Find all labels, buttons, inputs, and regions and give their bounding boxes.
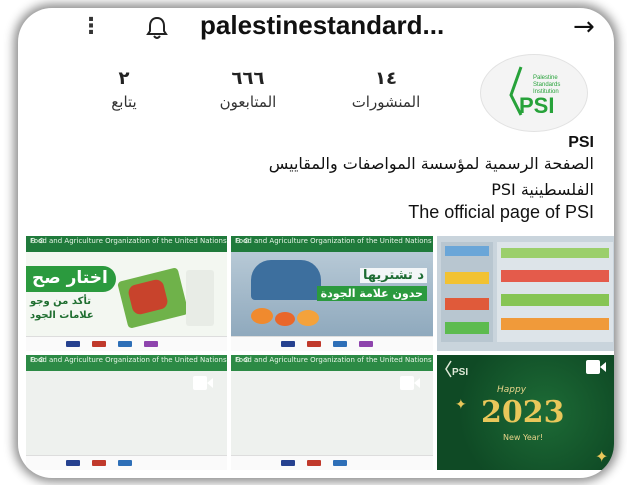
emblem-icons: ⚙ ⚙ [30, 356, 45, 364]
tile2-line2: حدون علامة الجودة [316, 286, 427, 301]
following-label: يتابع [111, 93, 137, 111]
partner-logos-strip [26, 455, 227, 470]
tile6-newyear: New Year! [503, 433, 544, 442]
shelf-left [441, 242, 493, 342]
gov-header-strip: Food and Agriculture Organization of the… [231, 236, 433, 252]
logo-caption-1: Palestine [533, 75, 558, 81]
video-icon [399, 375, 421, 391]
orange-fruit [297, 310, 319, 326]
product-jar-image [186, 270, 214, 326]
following-count: ٢ [118, 68, 130, 89]
post-tile-1[interactable]: Food and Agriculture Organization of the… [26, 236, 227, 351]
orange-fruit [275, 312, 295, 326]
gov-header-strip: Food and Agriculture Organization of the… [26, 236, 227, 252]
stat-posts[interactable]: ١٤ المنشورات [326, 68, 446, 111]
tile2-line1: د تشتريها [359, 268, 427, 283]
post-tile-5[interactable]: Food and Agriculture Organization of the… [231, 355, 433, 470]
logo-caption-2: Standards [533, 82, 560, 88]
video-icon [192, 375, 214, 391]
post-tile-2[interactable]: Food and Agriculture Organization of the… [231, 236, 433, 351]
post-tile-3[interactable] [437, 236, 614, 351]
more-options-icon[interactable]: ⋮ [80, 14, 102, 39]
bio-line-1: الصفحة الرسمية لمؤسسة المواصفات والمقايي… [268, 154, 594, 173]
psi-logo-icon: PSI Palestine Standards Institution [509, 66, 560, 118]
post-tile-6[interactable]: PSI Happy 2023 New Year! ✦ ✦ [437, 355, 614, 470]
partner-logos-strip [26, 336, 227, 351]
tile1-headline: اختار صح [32, 268, 108, 288]
stat-following[interactable]: ٢ يتابع [64, 68, 184, 111]
profile-username: palestinestandard... [200, 10, 445, 40]
profile-screen: ⋮ palestinestandard... → PSI Palestine S… [18, 8, 614, 478]
tile1-sub2: علامات الجود [30, 310, 94, 321]
gov-header-strip: Food and Agriculture Organization of the… [231, 355, 433, 371]
partner-logos-strip [231, 336, 433, 351]
bio-line-2: الفلسطينية PSI [491, 180, 594, 199]
tile6-year: 2023 [481, 395, 565, 430]
headline-banner: اختار صح [26, 266, 116, 292]
tile1-sub1: تأكد من وجو [30, 296, 91, 307]
followers-label: المتابعون [219, 93, 277, 111]
gov-header-strip: Food and Agriculture Organization of the… [26, 355, 227, 371]
video-icon [585, 359, 607, 375]
star-icon: ✦ [595, 447, 609, 466]
shelf-right [497, 242, 613, 342]
post-tile-4[interactable]: Food and Agriculture Organization of the… [26, 355, 227, 470]
shopper-arm-image [251, 260, 321, 300]
logo-caption-3: Institution [533, 89, 559, 95]
posts-grid: Food and Agriculture Organization of the… [26, 236, 614, 478]
emblem-icons: ⚙ ⚙ [235, 237, 250, 245]
notifications-bell-icon[interactable] [146, 16, 168, 40]
partner-logos-strip [231, 455, 433, 470]
stat-followers[interactable]: ٦٦٦ المتابعون [188, 68, 308, 111]
emblem-icons: ⚙ ⚙ [30, 237, 45, 245]
back-arrow-icon[interactable]: → [573, 12, 595, 42]
logo-brand-text: PSI [519, 93, 554, 118]
profile-display-name: PSI [568, 134, 594, 151]
posts-count: ١٤ [375, 68, 397, 89]
emblem-icons: ⚙ ⚙ [235, 356, 250, 364]
star-icon: ✦ [455, 397, 467, 413]
tile6-happy: Happy [497, 385, 527, 395]
posts-label: المنشورات [351, 93, 421, 111]
orange-fruit [251, 308, 273, 324]
svg-text:PSI: PSI [452, 367, 468, 378]
bio-line-3: The official page of PSI [408, 202, 594, 222]
profile-avatar[interactable]: PSI Palestine Standards Institution [480, 54, 588, 132]
followers-count: ٦٦٦ [231, 68, 265, 89]
psi-mini-logo-icon: PSI [445, 360, 468, 378]
top-bar: ⋮ palestinestandard... → [18, 8, 614, 54]
